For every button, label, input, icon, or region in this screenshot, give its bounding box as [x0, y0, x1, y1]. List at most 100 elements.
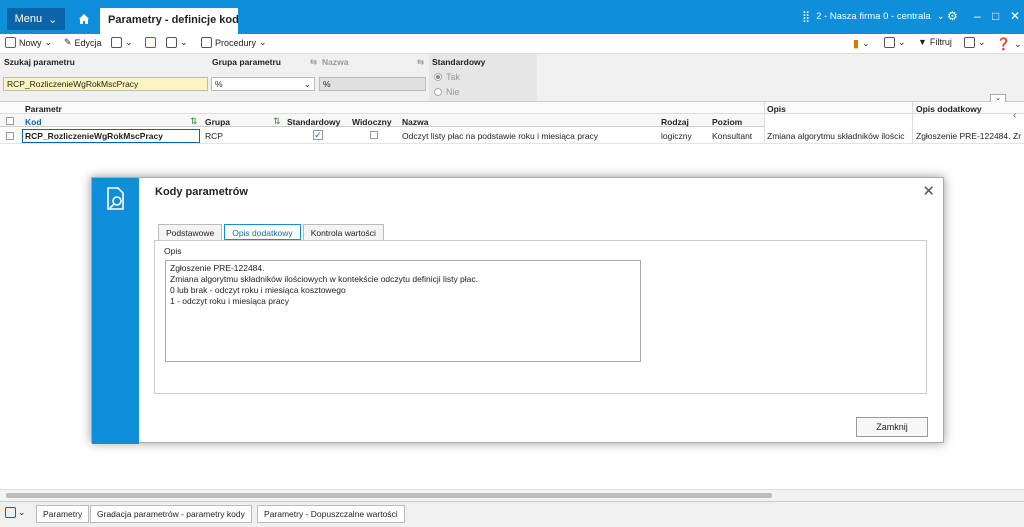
home-icon — [79, 14, 89, 24]
col-kod[interactable]: Kod — [25, 117, 42, 127]
tab-opis-dodatkowy[interactable]: Opis dodatkowy — [224, 224, 301, 241]
col-opis[interactable]: Opis — [767, 104, 786, 114]
select-all-checkbox[interactable] — [6, 117, 14, 125]
dialog-title: Kody parametrów — [155, 186, 248, 198]
search-label: Szukaj parametru — [4, 57, 75, 67]
chevron-down-icon: ⌄ — [303, 79, 311, 89]
export-icon — [884, 37, 895, 48]
layout-button[interactable]: ⌄ — [5, 507, 26, 518]
chart-button[interactable]: ▮ ⌄ — [853, 37, 870, 50]
col-poziom[interactable]: Poziom — [712, 117, 742, 127]
chart-icon: ▮ — [853, 38, 860, 50]
col-widoczny[interactable]: Widoczny — [352, 117, 392, 127]
sort-asc-icon[interactable]: ⇅ — [190, 116, 198, 127]
funnel-icon: ▼ — [918, 37, 927, 47]
group-header-parametr: Parametr — [25, 104, 62, 114]
cell-grupa: RCP — [205, 131, 223, 141]
close-icon[interactable]: ✕ — [922, 182, 935, 200]
sort-asc-icon[interactable]: ⇅ — [273, 116, 281, 127]
cell-opis: Zmiana algorytmu składników ilościc — [767, 131, 905, 141]
sort-icon: ⇆ — [417, 57, 425, 67]
chevron-down-icon: ⌄ — [995, 95, 1001, 102]
chevron-down-icon: ⌄ — [898, 37, 906, 47]
filter-button[interactable]: ▼ Filtruj — [918, 37, 952, 47]
gear-icon[interactable]: ⚙ — [947, 9, 958, 23]
edit-label: Edycja — [74, 37, 102, 48]
table-row[interactable]: RCP_RozliczenieWgRokMscPracy RCP ✓ Odczy… — [0, 128, 1024, 144]
group-value: % — [215, 79, 223, 89]
search-input[interactable]: RCP_RozliczenieWgRokMscPracy — [3, 77, 208, 91]
firm-label: 2 - Nasza firma 0 - centrala — [816, 11, 931, 22]
scroll-left-icon[interactable]: ‹ — [1013, 110, 1016, 121]
title-bar: Menu ⌄ Parametry - definicje kodów ⣿ 2 -… — [0, 0, 1024, 34]
col-nazwa[interactable]: Nazwa — [402, 117, 428, 127]
radio-nie-label: Nie — [446, 87, 460, 97]
print-button[interactable]: ⌄ — [166, 37, 188, 48]
bottom-tab-dopuszczalne[interactable]: Parametry - Dopuszczalne wartości — [257, 505, 405, 523]
standard-label: Standardowy — [432, 57, 486, 67]
cell-nazwa: Odczyt listy płac na podstawie roku i mi… — [402, 131, 599, 141]
delete-button[interactable] — [145, 37, 156, 48]
chevron-down-icon: ⌄ — [1013, 38, 1022, 49]
firm-selector[interactable]: ⣿ 2 - Nasza firma 0 - centrala ⌄ — [802, 10, 945, 23]
radio-dot-icon — [434, 73, 442, 81]
edit-button[interactable]: ✎ Edycja — [64, 37, 102, 48]
org-icon: ⣿ — [802, 11, 811, 23]
group-select[interactable]: % ⌄ — [211, 77, 315, 91]
scrollbar-thumb[interactable] — [6, 493, 772, 498]
help-button[interactable]: ❓ ⌄ — [996, 37, 1022, 51]
new-icon — [5, 37, 16, 48]
cell-poziom: Konsultant — [712, 131, 753, 141]
opis-memo-field[interactable]: Zgłoszenie PRE-122484. Zmiana algorytmu … — [165, 260, 641, 362]
maximize-icon[interactable]: □ — [992, 9, 999, 23]
columns-icon — [964, 37, 975, 48]
chevron-down-icon: ⌄ — [18, 507, 26, 517]
filter-panel: Szukaj parametru RCP_RozliczenieWgRokMsc… — [0, 54, 1024, 103]
export-button[interactable]: ⌄ — [884, 37, 906, 48]
filter-label: Filtruj — [929, 37, 952, 47]
new-button[interactable]: Nowy ⌄ — [5, 37, 52, 48]
kody-parametrow-dialog: Kody parametrów ✕ Podstawowe Opis dodatk… — [91, 177, 944, 444]
tab-parametry-definicje[interactable]: Parametry - definicje kodów — [100, 8, 238, 34]
cell-kod[interactable]: RCP_RozliczenieWgRokMscPracy — [22, 129, 200, 143]
close-button[interactable]: Zamknij — [856, 417, 928, 437]
standard-group: Standardowy Tak Nie — [429, 54, 537, 101]
cell-opis-dodatkowy: Zgłoszenie PRE-122484. — [916, 131, 1010, 141]
bottom-tab-parametry[interactable]: Parametry — [36, 505, 90, 523]
procedures-button[interactable]: Procedury ⌄ — [201, 37, 267, 48]
col-opis-dodatkowy[interactable]: Opis dodatkowy — [916, 104, 982, 114]
procedures-label: Procedury — [215, 37, 257, 48]
new-label: Nowy — [19, 37, 42, 48]
name-input[interactable]: % — [319, 77, 426, 91]
chevron-down-icon: ⌄ — [48, 13, 58, 26]
col-rodzaj[interactable]: Rodzaj — [661, 117, 689, 127]
widoczny-checkbox[interactable] — [370, 131, 378, 139]
chevron-down-icon: ⌄ — [978, 37, 986, 47]
bottom-tab-gradacja[interactable]: Gradacja parametrów - parametry kody — [90, 505, 252, 523]
radio-nie[interactable]: Nie — [434, 87, 460, 97]
menu-button[interactable]: Menu ⌄ — [7, 8, 65, 30]
close-icon[interactable]: ✕ — [1010, 9, 1020, 23]
chevron-down-icon: ⌄ — [180, 37, 188, 47]
chevron-down-icon: ⌄ — [259, 37, 267, 47]
radio-tak[interactable]: Tak — [434, 72, 460, 82]
minimize-icon[interactable]: – — [974, 9, 981, 23]
group-label: Grupa parametru — [212, 57, 281, 67]
help-icon: ❓ — [996, 37, 1011, 51]
tab-kontrola-wartosci[interactable]: Kontrola wartości — [302, 224, 384, 241]
chevron-down-icon: ⌄ — [862, 38, 870, 48]
col-grupa[interactable]: Grupa — [205, 117, 230, 127]
cell-extra: Zr — [1013, 131, 1022, 141]
tab-podstawowe[interactable]: Podstawowe — [158, 224, 223, 241]
horizontal-scrollbar[interactable] — [0, 489, 1024, 501]
checkmark-icon[interactable]: ✓ — [313, 130, 323, 140]
col-standardowy[interactable]: Standardowy — [287, 117, 340, 127]
columns-button[interactable]: ⌄ — [964, 37, 986, 48]
row-checkbox[interactable] — [6, 132, 14, 140]
procedures-icon — [201, 37, 212, 48]
dialog-tabs: Podstawowe Opis dodatkowy Kontrola warto… — [158, 224, 384, 241]
chevron-down-icon: ⌄ — [44, 37, 53, 47]
document-search-icon — [5, 507, 16, 518]
preview-button[interactable]: ⌄ — [111, 37, 133, 48]
home-button[interactable] — [72, 8, 96, 30]
